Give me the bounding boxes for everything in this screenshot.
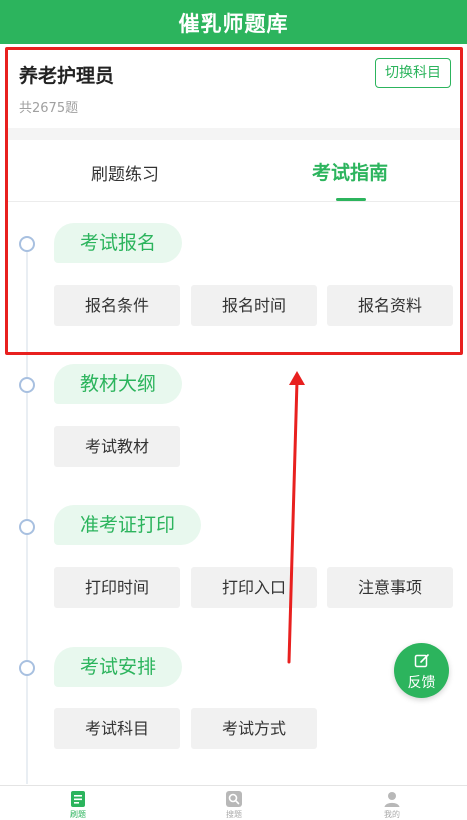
annotation-arrow [287, 371, 305, 664]
app-screen: 催乳师题库 养老护理员 共2675题 切换科目 刷题练习 考试指南 考试报名 报… [0, 0, 467, 820]
